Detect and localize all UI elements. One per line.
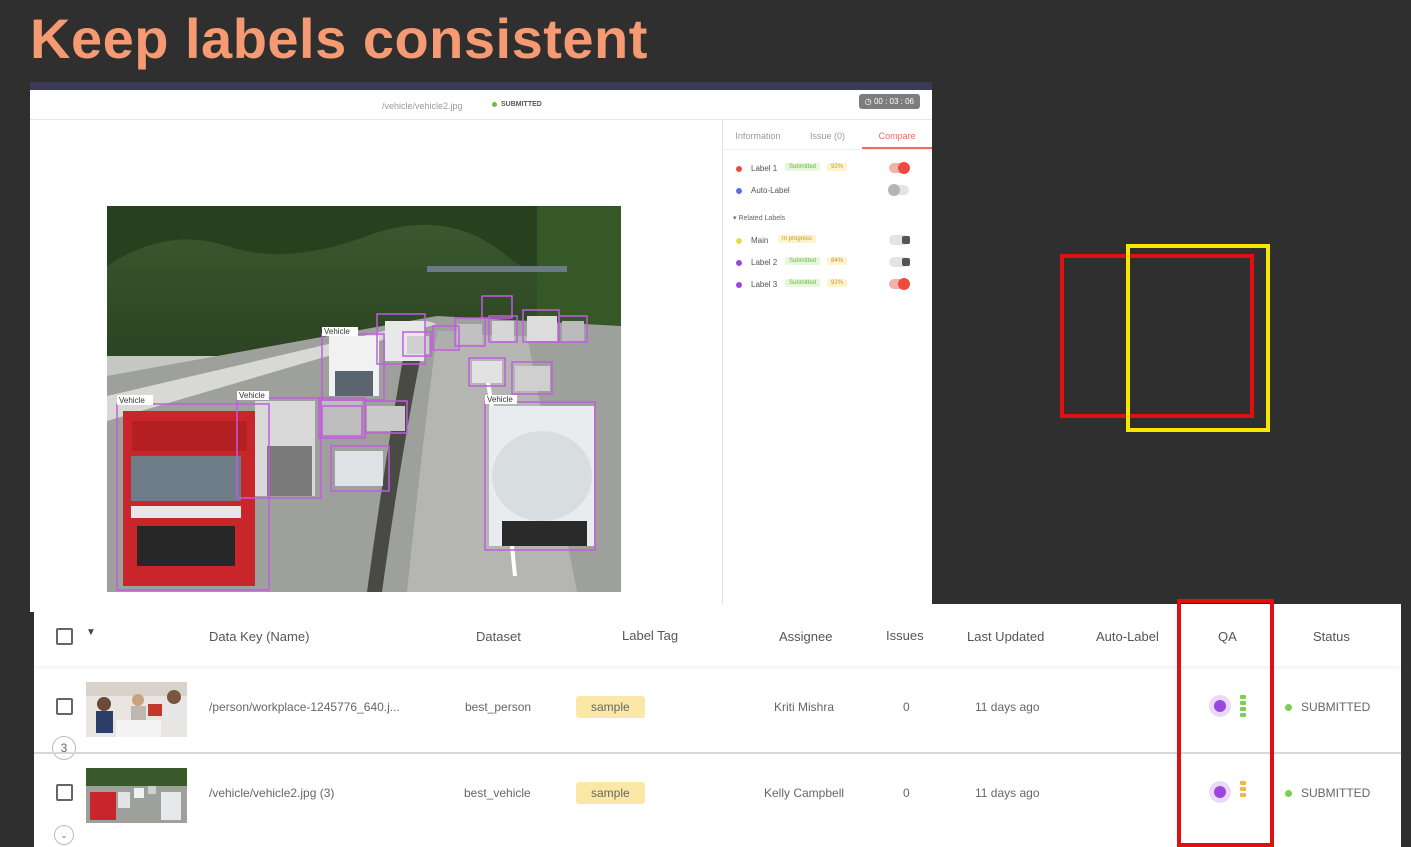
toggle-knob-icon bbox=[898, 278, 910, 290]
toggle-knob-icon bbox=[888, 184, 900, 196]
label-status-text: SUBMITTED bbox=[501, 101, 542, 108]
label-color-dot-icon bbox=[736, 166, 742, 172]
collapse-chevron-icon[interactable]: ⌄ bbox=[54, 825, 74, 845]
label-visibility-toggle[interactable] bbox=[889, 235, 910, 245]
row-issues: 0 bbox=[903, 786, 910, 800]
label-percent-badge: 92% bbox=[827, 279, 848, 287]
row-last-updated: 11 days ago bbox=[975, 786, 1040, 800]
row-status: SUBMITTED bbox=[1285, 700, 1370, 714]
label-name: Label 1 bbox=[751, 164, 778, 173]
header-data-key[interactable]: Data Key (Name) bbox=[209, 629, 309, 644]
status-dot-icon bbox=[1285, 704, 1292, 712]
image-canvas[interactable]: Vehicle Vehicle Vehicle Vehicle bbox=[30, 120, 720, 612]
file-path: /vehicle/vehicle2.jpg bbox=[382, 101, 463, 111]
highway-thumbnail bbox=[86, 768, 187, 823]
row-last-updated: 11 days ago bbox=[975, 700, 1040, 714]
timer: ◷ 00 : 03 : 06 bbox=[858, 94, 920, 109]
overlapping-boxes-illustration bbox=[1060, 244, 1270, 432]
header-assignee[interactable]: Assignee bbox=[779, 629, 832, 644]
label-status-badge: Submitted bbox=[785, 163, 821, 171]
compare-label-row[interactable]: Auto-Label bbox=[723, 180, 932, 202]
label-percent-badge: 84% bbox=[827, 257, 848, 265]
related-label-row[interactable]: Main In progress bbox=[723, 230, 932, 252]
slide-title: Keep labels consistent bbox=[30, 7, 648, 70]
label-visibility-toggle[interactable] bbox=[889, 162, 910, 174]
row-status-text: SUBMITTED bbox=[1301, 786, 1371, 800]
label-name: Auto-Label bbox=[751, 186, 790, 195]
label-status: SUBMITTED bbox=[492, 101, 542, 108]
row-checkbox[interactable] bbox=[56, 698, 73, 715]
annotated-highway-image[interactable]: Vehicle Vehicle Vehicle Vehicle bbox=[107, 206, 621, 592]
label-status-badge: Submitted bbox=[785, 257, 821, 265]
select-all-checkbox[interactable] bbox=[56, 628, 73, 645]
row-dataset: best_vehicle bbox=[464, 786, 531, 800]
label-color-dot-icon bbox=[736, 188, 742, 194]
row-thumbnail[interactable] bbox=[86, 768, 187, 823]
label-color-dot-icon bbox=[736, 282, 742, 288]
row-status: SUBMITTED bbox=[1285, 786, 1370, 800]
editor-header: /vehicle/vehicle2.jpg SUBMITTED ◷ 00 : 0… bbox=[30, 90, 932, 120]
status-dot-icon bbox=[492, 101, 497, 107]
office-people-thumbnail bbox=[86, 682, 187, 737]
row-issues: 0 bbox=[903, 700, 910, 714]
toggle-knob-icon bbox=[898, 162, 910, 174]
related-labels-header[interactable]: ▾ Related Labels bbox=[723, 202, 932, 230]
label-color-dot-icon bbox=[736, 238, 742, 244]
bbox-label: Vehicle bbox=[119, 396, 145, 405]
label-name: Label 3 bbox=[751, 280, 778, 289]
label-visibility-toggle[interactable] bbox=[888, 184, 909, 196]
chevron-down-icon[interactable]: ▼ bbox=[86, 627, 96, 638]
label-status-badge: Submitted bbox=[785, 279, 821, 287]
related-label-row[interactable]: Label 2 Submitted 84% bbox=[723, 252, 932, 274]
status-dot-icon bbox=[1285, 790, 1292, 798]
compare-label-row[interactable]: Label 1 Submitted 92% bbox=[723, 158, 932, 180]
header-dataset[interactable]: Dataset bbox=[476, 629, 521, 644]
row-thumbnail[interactable] bbox=[86, 682, 187, 737]
row-data-key[interactable]: /vehicle/vehicle2.jpg (3) bbox=[209, 786, 334, 800]
timer-value: 00 : 03 : 06 bbox=[873, 97, 914, 106]
related-labels-title: Related Labels bbox=[738, 215, 786, 222]
tab-issue[interactable]: Issue (0) bbox=[793, 120, 863, 149]
related-label-row[interactable]: Label 3 Submitted 92% bbox=[723, 274, 932, 296]
row-label-tag: sample bbox=[576, 696, 645, 718]
svg-text:Vehicle: Vehicle bbox=[324, 327, 350, 336]
header-status[interactable]: Status bbox=[1313, 629, 1350, 644]
label-visibility-toggle[interactable] bbox=[889, 257, 910, 267]
label-status-badge: In progress bbox=[778, 235, 817, 243]
label-editor-window: /vehicle/vehicle2.jpg SUBMITTED ◷ 00 : 0… bbox=[30, 82, 932, 612]
row-assignee: Kriti Mishra bbox=[774, 700, 835, 714]
header-issues[interactable]: Issues bbox=[886, 628, 924, 643]
label-name: Label 2 bbox=[751, 258, 778, 267]
label-name: Main bbox=[751, 236, 769, 245]
header-auto-label[interactable]: Auto-Label bbox=[1096, 629, 1159, 644]
toggle-knob-icon bbox=[902, 236, 910, 244]
label-visibility-toggle[interactable] bbox=[889, 278, 910, 290]
tab-compare[interactable]: Compare bbox=[862, 120, 932, 149]
tab-information[interactable]: Information bbox=[723, 120, 793, 149]
row-label-tag: sample bbox=[576, 782, 645, 804]
svg-text:Vehicle: Vehicle bbox=[239, 391, 265, 400]
header-label-tag[interactable]: Label Tag bbox=[622, 628, 678, 643]
highway-scene-svg: Vehicle Vehicle Vehicle Vehicle bbox=[107, 206, 621, 592]
toggle-knob-icon bbox=[902, 258, 910, 266]
qa-column-highlight bbox=[1177, 599, 1274, 847]
row-dataset: best_person bbox=[465, 700, 532, 714]
row-status-text: SUBMITTED bbox=[1301, 700, 1371, 714]
label-color-dot-icon bbox=[736, 260, 742, 266]
compare-side-panel: Information Issue (0) Compare Label 1 Su… bbox=[722, 120, 932, 612]
panel-tabs: Information Issue (0) Compare bbox=[723, 120, 932, 150]
row-data-key[interactable]: /person/workplace-1245776_640.j... bbox=[209, 700, 400, 714]
top-nav-bar bbox=[30, 82, 932, 90]
row-assignee: Kelly Campbell bbox=[764, 786, 845, 800]
header-last-updated[interactable]: Last Updated bbox=[967, 629, 1044, 644]
svg-text:Vehicle: Vehicle bbox=[487, 395, 513, 404]
row-checkbox[interactable] bbox=[56, 784, 73, 801]
label-percent-badge: 92% bbox=[827, 163, 848, 171]
